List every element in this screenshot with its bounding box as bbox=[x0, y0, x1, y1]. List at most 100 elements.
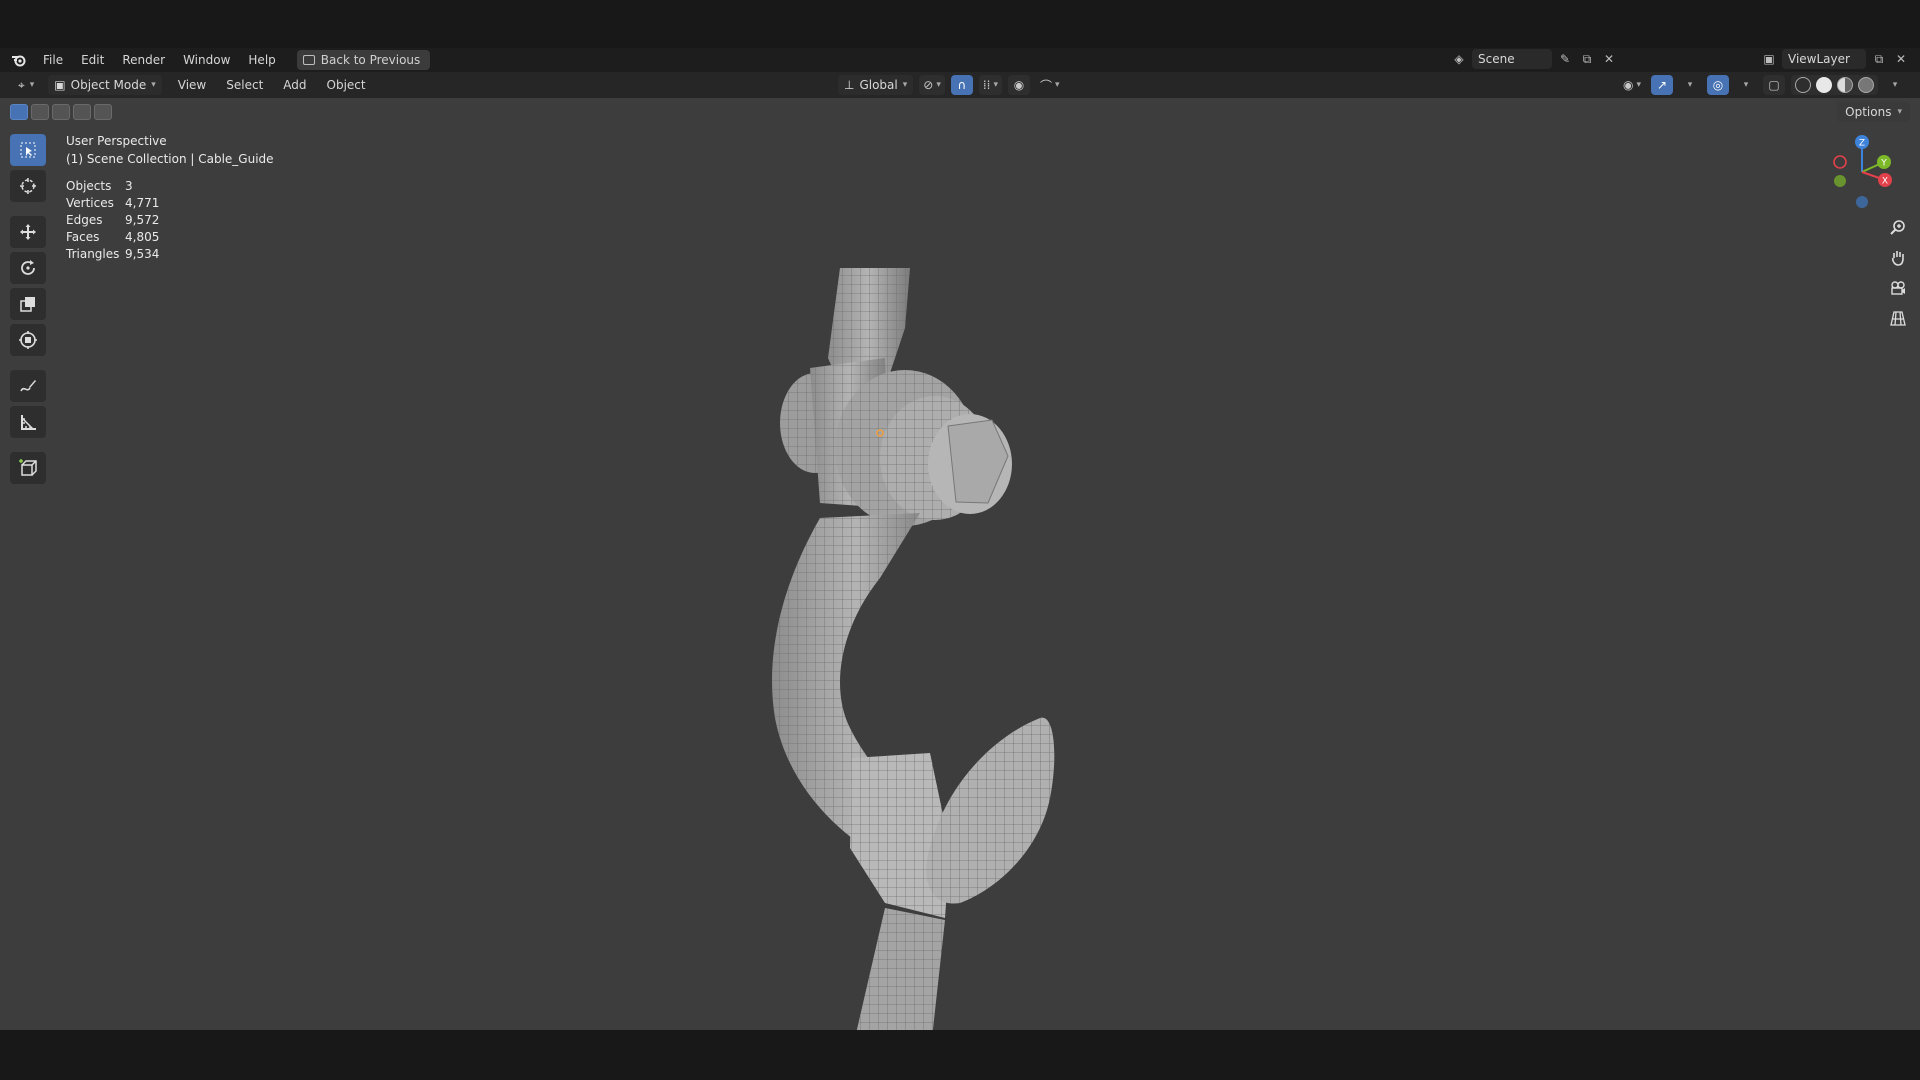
annotate-icon[interactable] bbox=[10, 370, 46, 402]
stat-label: Edges bbox=[66, 213, 103, 227]
stat-row: Triangles 9,534 bbox=[66, 246, 274, 263]
select-extend-icon[interactable] bbox=[31, 104, 49, 120]
zoom-icon[interactable] bbox=[1886, 216, 1910, 240]
hook-mesh-model[interactable] bbox=[680, 158, 1100, 1030]
overlays-dropdown[interactable]: ▾ bbox=[1735, 75, 1757, 95]
stat-row: Faces 4,805 bbox=[66, 229, 274, 246]
back-to-previous-button[interactable]: Back to Previous bbox=[296, 50, 431, 70]
back-screen-icon bbox=[302, 55, 315, 65]
shading-mode-group bbox=[1791, 75, 1878, 95]
scale-icon[interactable] bbox=[10, 288, 46, 320]
top-menu-bar: File Edit Render Window Help Back to Pre… bbox=[0, 48, 1920, 72]
stat-value: 4,771 bbox=[125, 196, 160, 210]
pin-icon[interactable]: ✎ bbox=[1556, 50, 1574, 68]
gizmo-icon: ↗ bbox=[1656, 78, 1668, 92]
stat-value: 3 bbox=[125, 179, 133, 193]
menu-object[interactable]: Object bbox=[317, 74, 376, 96]
menu-file[interactable]: File bbox=[34, 49, 72, 71]
xray-icon: ▢ bbox=[1768, 78, 1780, 92]
proportional-edit-toggle[interactable]: ◉ bbox=[1008, 75, 1031, 95]
new-scene-icon[interactable]: ⧉ bbox=[1578, 50, 1596, 68]
tool-shelf bbox=[10, 134, 48, 484]
chevron-down-icon: ▾ bbox=[29, 80, 35, 90]
snap-grid-icon: ⁞⁞ bbox=[982, 78, 991, 92]
rendered-shading-icon[interactable] bbox=[1858, 77, 1874, 93]
move-icon[interactable] bbox=[10, 216, 46, 248]
xray-toggle[interactable]: ▢ bbox=[1763, 75, 1785, 95]
select-new-icon[interactable] bbox=[10, 104, 28, 120]
scene-name: Scene bbox=[1478, 52, 1515, 66]
proportional-edit-icon: ◉ bbox=[1013, 78, 1025, 92]
menu-window[interactable]: Window bbox=[174, 49, 239, 71]
menu-help[interactable]: Help bbox=[239, 49, 284, 71]
solid-shading-icon[interactable] bbox=[1816, 77, 1832, 93]
gizmo-neg-x-axis[interactable] bbox=[1833, 155, 1847, 169]
options-dropdown[interactable]: Options ▾ bbox=[1837, 102, 1910, 122]
menu-select[interactable]: Select bbox=[216, 74, 273, 96]
scene-name-field[interactable]: Scene bbox=[1472, 49, 1552, 69]
new-view-layer-icon[interactable]: ⧉ bbox=[1870, 50, 1888, 68]
falloff-dropdown[interactable]: ⌒ ▾ bbox=[1036, 75, 1064, 95]
viewport-header: ⌖ ▾ ▣ Object Mode ▾ View Select Add Objec… bbox=[0, 72, 1920, 98]
object-mode-icon: ▣ bbox=[54, 78, 66, 92]
3d-viewport[interactable]: Options ▾ User Perspective (1) Scene Col… bbox=[0, 98, 1920, 1030]
status-bar bbox=[0, 1030, 1920, 1080]
snap-toggle[interactable]: ∩ bbox=[950, 75, 973, 95]
menu-view[interactable]: View bbox=[168, 74, 216, 96]
camera-icon[interactable] bbox=[1886, 276, 1910, 300]
menu-render[interactable]: Render bbox=[113, 49, 174, 71]
chevron-down-icon: ▾ bbox=[1687, 80, 1693, 90]
view-layer-field[interactable]: ViewLayer bbox=[1782, 49, 1866, 69]
scene-icon[interactable]: ◈ bbox=[1450, 50, 1468, 68]
menu-add[interactable]: Add bbox=[273, 74, 316, 96]
select-box-icon[interactable] bbox=[10, 134, 46, 166]
pan-hand-icon[interactable] bbox=[1886, 246, 1910, 270]
gizmo-y-label: Y bbox=[1880, 159, 1887, 169]
pivot-icon: ⊘ bbox=[923, 78, 934, 92]
snap-target-dropdown[interactable]: ⁞⁞ ▾ bbox=[978, 75, 1003, 95]
ortho-grid-icon[interactable] bbox=[1886, 306, 1910, 330]
editor-type-dropdown[interactable]: ⌖ ▾ bbox=[12, 75, 40, 95]
stat-value: 4,805 bbox=[125, 230, 160, 244]
cursor-icon[interactable] bbox=[10, 170, 46, 202]
gizmo-dropdown[interactable]: ▾ bbox=[1679, 75, 1701, 95]
pivot-point-dropdown[interactable]: ⊘ ▾ bbox=[919, 75, 945, 95]
mode-dropdown[interactable]: ▣ Object Mode ▾ bbox=[48, 75, 162, 95]
chevron-down-icon: ▾ bbox=[1897, 107, 1902, 117]
magnet-icon: ∩ bbox=[957, 78, 967, 92]
delete-view-layer-icon[interactable]: ✕ bbox=[1892, 50, 1910, 68]
menu-edit[interactable]: Edit bbox=[72, 49, 113, 71]
gizmo-neg-y-axis[interactable] bbox=[1834, 175, 1846, 187]
view-layer-selector: ▣ ViewLayer ⧉ ✕ bbox=[1760, 49, 1910, 69]
visibility-dropdown[interactable]: ◉ ▾ bbox=[1619, 75, 1645, 95]
chevron-down-icon: ▾ bbox=[151, 80, 156, 90]
overlays-toggle[interactable]: ◎ bbox=[1707, 75, 1729, 95]
delete-scene-icon[interactable]: ✕ bbox=[1600, 50, 1618, 68]
select-intersect-icon[interactable] bbox=[94, 104, 112, 120]
chevron-down-icon: ▾ bbox=[1055, 80, 1060, 90]
navigation-gizmo[interactable]: Z Y X bbox=[1828, 134, 1898, 214]
stat-row: Objects 3 bbox=[66, 178, 274, 195]
view-layer-icon[interactable]: ▣ bbox=[1760, 50, 1778, 68]
scene-statistics: Objects 3 Vertices 4,771 Edges 9,572 Faces 4… bbox=[66, 178, 274, 263]
overlays-icon: ◎ bbox=[1712, 78, 1724, 92]
gizmo-x-label: X bbox=[1882, 177, 1888, 187]
material-preview-icon[interactable] bbox=[1837, 77, 1853, 93]
perspective-label: User Perspective bbox=[66, 134, 167, 148]
add-cube-icon[interactable] bbox=[10, 452, 46, 484]
transform-tools: ⊥ Global ▾ ⊘ ▾ ∩ ⁞⁞ ▾ ◉ ⌒ ▾ bbox=[838, 75, 1064, 95]
select-subtract-icon[interactable] bbox=[52, 104, 70, 120]
gizmo-neg-z-axis[interactable] bbox=[1856, 196, 1868, 208]
gizmo-toggle[interactable]: ↗ bbox=[1651, 75, 1673, 95]
measure-icon[interactable] bbox=[10, 406, 46, 438]
chevron-down-icon: ▾ bbox=[936, 80, 941, 90]
shading-dropdown[interactable]: ▾ bbox=[1884, 75, 1906, 95]
orientation-label: Global bbox=[859, 78, 898, 92]
select-invert-icon[interactable] bbox=[73, 104, 91, 120]
options-label: Options bbox=[1845, 105, 1892, 119]
rotate-icon[interactable] bbox=[10, 252, 46, 284]
orientation-dropdown[interactable]: ⊥ Global ▾ bbox=[838, 75, 914, 95]
transform-icon[interactable] bbox=[10, 324, 46, 356]
blender-logo-icon[interactable] bbox=[8, 49, 30, 71]
wireframe-shading-icon[interactable] bbox=[1795, 77, 1811, 93]
